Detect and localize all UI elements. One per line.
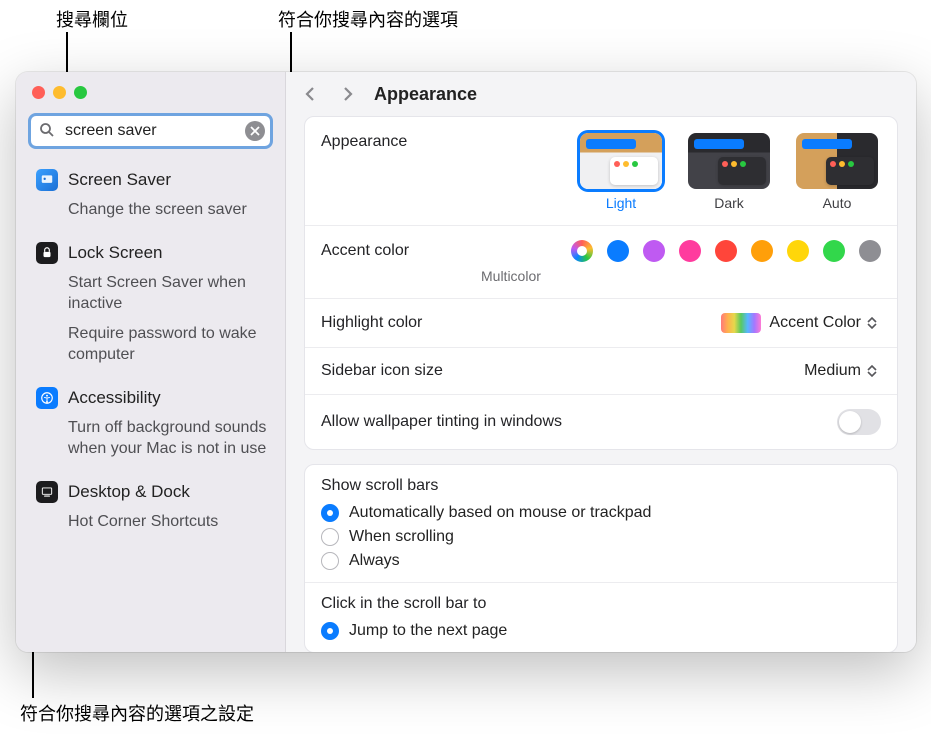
highlight-color-dropdown[interactable]: Accent Color xyxy=(769,314,881,332)
accent-graphite[interactable] xyxy=(859,240,881,262)
appearance-thumb-light xyxy=(580,133,662,189)
radio-label: Automatically based on mouse or trackpad xyxy=(349,504,651,522)
sidebar-icon-size-dropdown[interactable]: Medium xyxy=(804,362,881,380)
zoom-button[interactable] xyxy=(74,86,87,99)
accent-orange[interactable] xyxy=(751,240,773,262)
accent-color-row: Accent color Mul xyxy=(305,226,897,299)
sidebar-icon-size-label: Sidebar icon size xyxy=(321,362,443,380)
callout-results-label: 符合你搜尋內容的選項 xyxy=(278,6,458,32)
callout-search-label: 搜尋欄位 xyxy=(56,6,128,32)
appearance-label: Appearance xyxy=(321,133,481,151)
clear-search-button[interactable] xyxy=(245,121,265,141)
appearance-option-label: Dark xyxy=(685,195,773,211)
forward-button[interactable] xyxy=(336,82,360,106)
accent-color-label: Accent color xyxy=(321,240,481,260)
result-group-desktop-dock: Desktop & Dock Hot Corner Shortcuts xyxy=(16,475,285,538)
search-field-wrap xyxy=(28,113,273,149)
search-input[interactable] xyxy=(28,113,273,149)
scroll-card: Show scroll bars Automatically based on … xyxy=(304,464,898,652)
radio-label: Jump to the next page xyxy=(349,622,507,640)
sidebar: Screen Saver Change the screen saver Loc… xyxy=(16,72,286,652)
radio-icon xyxy=(321,528,339,546)
appearance-options: Light Dark xyxy=(577,133,881,211)
result-head[interactable]: Desktop & Dock xyxy=(16,475,285,507)
appearance-card: Appearance Light xyxy=(304,116,898,450)
scroll-option-always[interactable]: Always xyxy=(305,549,897,582)
accent-blue[interactable] xyxy=(607,240,629,262)
scroll-bars-label: Show scroll bars xyxy=(305,465,897,501)
accent-pink[interactable] xyxy=(679,240,701,262)
appearance-option-auto[interactable]: Auto xyxy=(793,133,881,211)
sidebar-icon-size-row: Sidebar icon size Medium xyxy=(305,348,897,395)
accent-green[interactable] xyxy=(823,240,845,262)
minimize-button[interactable] xyxy=(53,86,66,99)
result-head[interactable]: Lock Screen xyxy=(16,236,285,268)
search-icon xyxy=(38,121,56,139)
result-item[interactable]: Turn off background sounds when your Mac… xyxy=(16,413,285,465)
result-title: Desktop & Dock xyxy=(68,482,190,502)
appearance-option-label: Auto xyxy=(793,195,881,211)
radio-icon xyxy=(321,552,339,570)
result-group-lock-screen: Lock Screen Start Screen Saver when inac… xyxy=(16,236,285,371)
radio-icon xyxy=(321,622,339,640)
accent-red[interactable] xyxy=(715,240,737,262)
scroll-click-option-jump[interactable]: Jump to the next page xyxy=(305,619,897,652)
wallpaper-tinting-label: Allow wallpaper tinting in windows xyxy=(321,413,562,431)
result-item[interactable]: Hot Corner Shortcuts xyxy=(16,507,285,538)
close-button[interactable] xyxy=(32,86,45,99)
result-head[interactable]: Screen Saver xyxy=(16,163,285,195)
topbar: Appearance xyxy=(286,72,916,116)
wallpaper-tinting-row: Allow wallpaper tinting in windows xyxy=(305,395,897,449)
desktop-dock-icon xyxy=(36,481,58,503)
back-button[interactable] xyxy=(298,82,322,106)
result-item[interactable]: Start Screen Saver when inactive xyxy=(16,268,285,320)
radio-label: Always xyxy=(349,552,400,570)
result-title: Lock Screen xyxy=(68,243,163,263)
page-title: Appearance xyxy=(374,84,477,105)
highlight-color-value: Accent Color xyxy=(769,314,861,332)
main-content: Appearance Appearance Light xyxy=(286,72,916,652)
wallpaper-tinting-toggle[interactable] xyxy=(837,409,881,435)
chevron-updown-icon xyxy=(867,362,881,380)
scroll-option-auto[interactable]: Automatically based on mouse or trackpad xyxy=(305,501,897,525)
result-group-screen-saver: Screen Saver Change the screen saver xyxy=(16,163,285,226)
appearance-option-dark[interactable]: Dark xyxy=(685,133,773,211)
radio-icon xyxy=(321,504,339,522)
scroll-click-label: Click in the scroll bar to xyxy=(305,583,897,619)
window-controls xyxy=(16,72,285,109)
accent-purple[interactable] xyxy=(643,240,665,262)
highlight-color-row: Highlight color Accent Color xyxy=(305,299,897,348)
scroll-option-when-scrolling[interactable]: When scrolling xyxy=(305,525,897,549)
callout-settings-label: 符合你搜尋內容的選項之設定 xyxy=(20,700,254,726)
content-area: Appearance Light xyxy=(286,116,916,652)
accent-yellow[interactable] xyxy=(787,240,809,262)
screen-saver-icon xyxy=(36,169,58,191)
sidebar-icon-size-value: Medium xyxy=(804,362,861,380)
appearance-thumb-dark xyxy=(688,133,770,189)
highlight-color-label: Highlight color xyxy=(321,314,422,332)
result-title: Accessibility xyxy=(68,388,161,408)
settings-window: Screen Saver Change the screen saver Loc… xyxy=(16,72,916,652)
result-item[interactable]: Require password to wake computer xyxy=(16,319,285,371)
highlight-color-swatch xyxy=(721,313,761,333)
accent-multicolor[interactable] xyxy=(571,240,593,262)
result-item[interactable]: Change the screen saver xyxy=(16,195,285,226)
appearance-option-light[interactable]: Light xyxy=(577,133,665,211)
radio-label: When scrolling xyxy=(349,528,454,546)
lock-icon xyxy=(36,242,58,264)
accent-swatches xyxy=(481,240,881,262)
result-head[interactable]: Accessibility xyxy=(16,381,285,413)
result-title: Screen Saver xyxy=(68,170,171,190)
result-group-accessibility: Accessibility Turn off background sounds… xyxy=(16,381,285,465)
appearance-thumb-auto xyxy=(796,133,878,189)
chevron-updown-icon xyxy=(867,314,881,332)
accent-selected-label: Multicolor xyxy=(481,268,881,284)
search-results: Screen Saver Change the screen saver Loc… xyxy=(16,159,285,551)
appearance-option-label: Light xyxy=(577,195,665,211)
accessibility-icon xyxy=(36,387,58,409)
